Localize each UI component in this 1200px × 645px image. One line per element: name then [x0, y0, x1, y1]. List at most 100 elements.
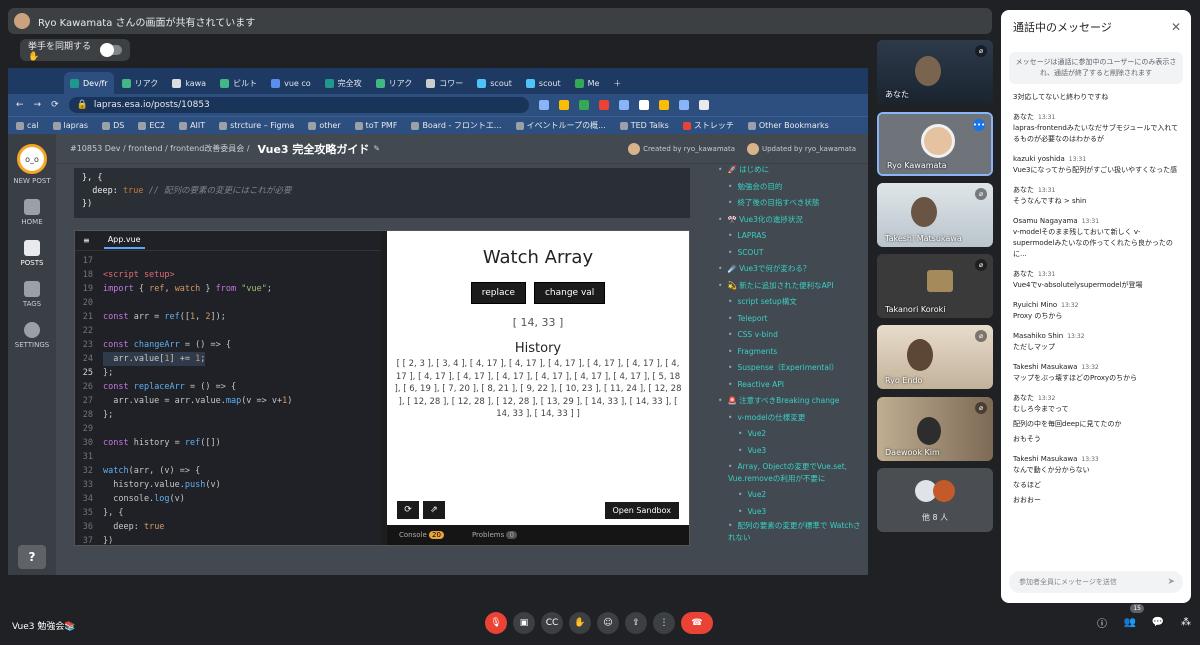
participant-tile[interactable]: ⌀ Takeshi Matsukawa [877, 183, 993, 247]
problems-tab[interactable]: Problems 0 [472, 531, 517, 539]
toc-item[interactable]: Vue2 [702, 487, 862, 504]
bookmark-item[interactable]: TED Talks [619, 121, 669, 130]
bookmark-item[interactable]: DS [102, 121, 124, 130]
toc-item[interactable]: Suspense（Experimental） [702, 360, 862, 377]
close-icon[interactable]: ✕ [1171, 20, 1181, 34]
toc-item[interactable]: 💫 新たに追加された便利なAPI [702, 278, 862, 295]
help-button[interactable]: ? [18, 545, 46, 569]
toc-item[interactable]: Vue2 [702, 426, 862, 443]
bookmark-item[interactable]: ストレッチ [682, 120, 734, 131]
back-icon[interactable]: ← [16, 100, 24, 110]
browser-tab[interactable]: コワー [420, 72, 469, 94]
change-val-button[interactable]: change val [533, 282, 606, 304]
refresh-icon[interactable]: ⟳ [397, 501, 419, 519]
participant-tile[interactable]: ••• Ryo Kawamata [877, 112, 993, 176]
bookmark-item[interactable]: lapras [52, 121, 88, 130]
send-icon[interactable]: ➤ [1167, 577, 1175, 587]
extension-icon[interactable] [538, 100, 549, 110]
sidebar-item-home[interactable]: HOME [21, 199, 43, 226]
camera-icon[interactable]: ▣ [513, 612, 535, 634]
present-screen-icon[interactable]: ⇪ [625, 612, 647, 634]
browser-tab[interactable]: Dev/fr [64, 72, 114, 94]
bookmark-item[interactable]: Board - フロントエ... [411, 120, 502, 131]
bookmark-item[interactable]: cal [16, 121, 39, 130]
extension-icon[interactable] [698, 100, 709, 110]
participant-tile[interactable]: ⌀ Ryo Endo [877, 325, 993, 389]
browser-tab[interactable]: ビルト [214, 72, 263, 94]
edit-icon[interactable]: ✎ [373, 144, 380, 153]
browser-tab[interactable]: scout [471, 72, 518, 94]
toc-item[interactable]: script setup構文 [702, 294, 862, 311]
forward-icon[interactable]: → [34, 100, 42, 110]
open-sandbox-button[interactable]: Open Sandbox [604, 502, 679, 519]
reload-icon[interactable]: ⟳ [51, 100, 59, 110]
extension-icon[interactable] [598, 100, 609, 110]
browser-tab[interactable]: リアク [370, 72, 419, 94]
toc-item[interactable]: Fragments [702, 344, 862, 361]
open-external-icon[interactable]: ⇗ [423, 501, 445, 519]
extension-icon[interactable] [658, 100, 669, 110]
bookmark-item[interactable]: toT PMF [354, 121, 397, 130]
toc-item[interactable]: ☄️ Vue3で何が変わる？ [702, 261, 862, 278]
participant-tile[interactable]: ⌀ Takanori Koroki [877, 254, 993, 318]
chat-icon[interactable]: 💬 [1150, 614, 1166, 630]
toc-item[interactable]: 終了後の目指すべき状態 [702, 195, 862, 212]
toc-item[interactable]: Array, Objectの変更でVue.set, Vue.removeの利用が… [702, 461, 862, 485]
toc-item[interactable]: Vue3 [702, 504, 862, 521]
bookmark-item[interactable]: other [308, 121, 341, 130]
bookmark-item[interactable]: strcture – Figma [219, 121, 294, 130]
participant-tile[interactable]: ⌀ あなた [877, 40, 993, 104]
toc-item[interactable]: SCOUT [702, 245, 862, 262]
browser-tab[interactable]: 完全攻 [319, 72, 368, 94]
info-icon[interactable]: ⓘ [1094, 614, 1110, 630]
browser-tab[interactable]: vue co [265, 72, 317, 94]
end-call-button[interactable]: ☎ [681, 612, 713, 634]
toc-item[interactable]: 勉強会の目的 [702, 179, 862, 196]
file-tab[interactable]: App.vue [103, 232, 145, 249]
toc-item[interactable]: CSS v-bind [702, 327, 862, 344]
extension-icon[interactable] [618, 100, 629, 110]
raise-hand-switch[interactable] [100, 43, 122, 57]
raise-hand-icon[interactable]: ✋ [569, 612, 591, 634]
toc-item[interactable]: LAPRAS [702, 228, 862, 245]
chat-input[interactable]: 参加者全員にメッセージを送信 ➤ [1009, 571, 1183, 593]
extension-icon[interactable] [558, 100, 569, 110]
more-participants-tile[interactable]: 他 8 人 [877, 468, 993, 532]
extension-icon[interactable] [638, 100, 649, 110]
bookmark-item[interactable]: EC2 [138, 121, 165, 130]
sidebar-item-posts[interactable]: POSTS [21, 240, 43, 267]
toc-item[interactable]: 🚀 はじめに [702, 162, 862, 179]
sidebar-item-settings[interactable]: SETTINGS [15, 322, 49, 349]
sidebar-item-tags[interactable]: TAGS [23, 281, 41, 308]
toc-item[interactable]: Vue3 [702, 443, 862, 460]
mic-off-icon[interactable]: 🎙 [485, 612, 507, 634]
toc-item[interactable]: 🚨 注意すべきBreaking change [702, 393, 862, 410]
sidebar-item-new-post[interactable]: o_o NEW POST [13, 144, 51, 185]
extension-icon[interactable] [678, 100, 689, 110]
url-field[interactable]: 🔒 lapras.esa.io/posts/10853 [68, 97, 529, 113]
toc-item[interactable]: Reactive API [702, 377, 862, 394]
code-lines[interactable]: 17 18 <script setup> 19 import { ref, watc… [75, 251, 381, 548]
raise-hand-sync-toggle[interactable]: 挙手を同期する ✋ [20, 39, 130, 62]
console-tab[interactable]: Console 20 [399, 531, 444, 539]
participant-tile[interactable]: ⌀ Daewook Kim [877, 397, 993, 461]
other-bookmarks[interactable]: Other Bookmarks [747, 121, 829, 130]
activities-icon[interactable]: ⁂ [1178, 614, 1194, 630]
replace-button[interactable]: replace [470, 282, 526, 304]
browser-tab[interactable]: kawa [166, 72, 212, 94]
bookmark-item[interactable]: AIIT [179, 121, 205, 130]
captions-icon[interactable]: CC [541, 612, 563, 634]
browser-tab[interactable]: Me [569, 72, 606, 94]
toc-item[interactable]: Teleport [702, 311, 862, 328]
browser-tab[interactable]: scout [520, 72, 567, 94]
new-tab-button[interactable]: ＋ [607, 72, 627, 94]
breadcrumb[interactable]: #10853 Dev / frontend / frontend改善委員会 / [70, 143, 250, 154]
people-icon[interactable]: 👥 15 [1122, 604, 1144, 630]
extension-icon[interactable] [578, 100, 589, 110]
more-options-icon[interactable]: ⋮ [653, 612, 675, 634]
toc-item[interactable]: 配列の要素の変更が標準で Watchされない [702, 520, 862, 544]
emoji-icon[interactable]: ☺ [597, 612, 619, 634]
menu-icon[interactable]: ≡ [83, 236, 90, 245]
toc-item[interactable]: v-modelの仕様変更 [702, 410, 862, 427]
bookmark-item[interactable]: イベントループの概... [515, 120, 606, 131]
